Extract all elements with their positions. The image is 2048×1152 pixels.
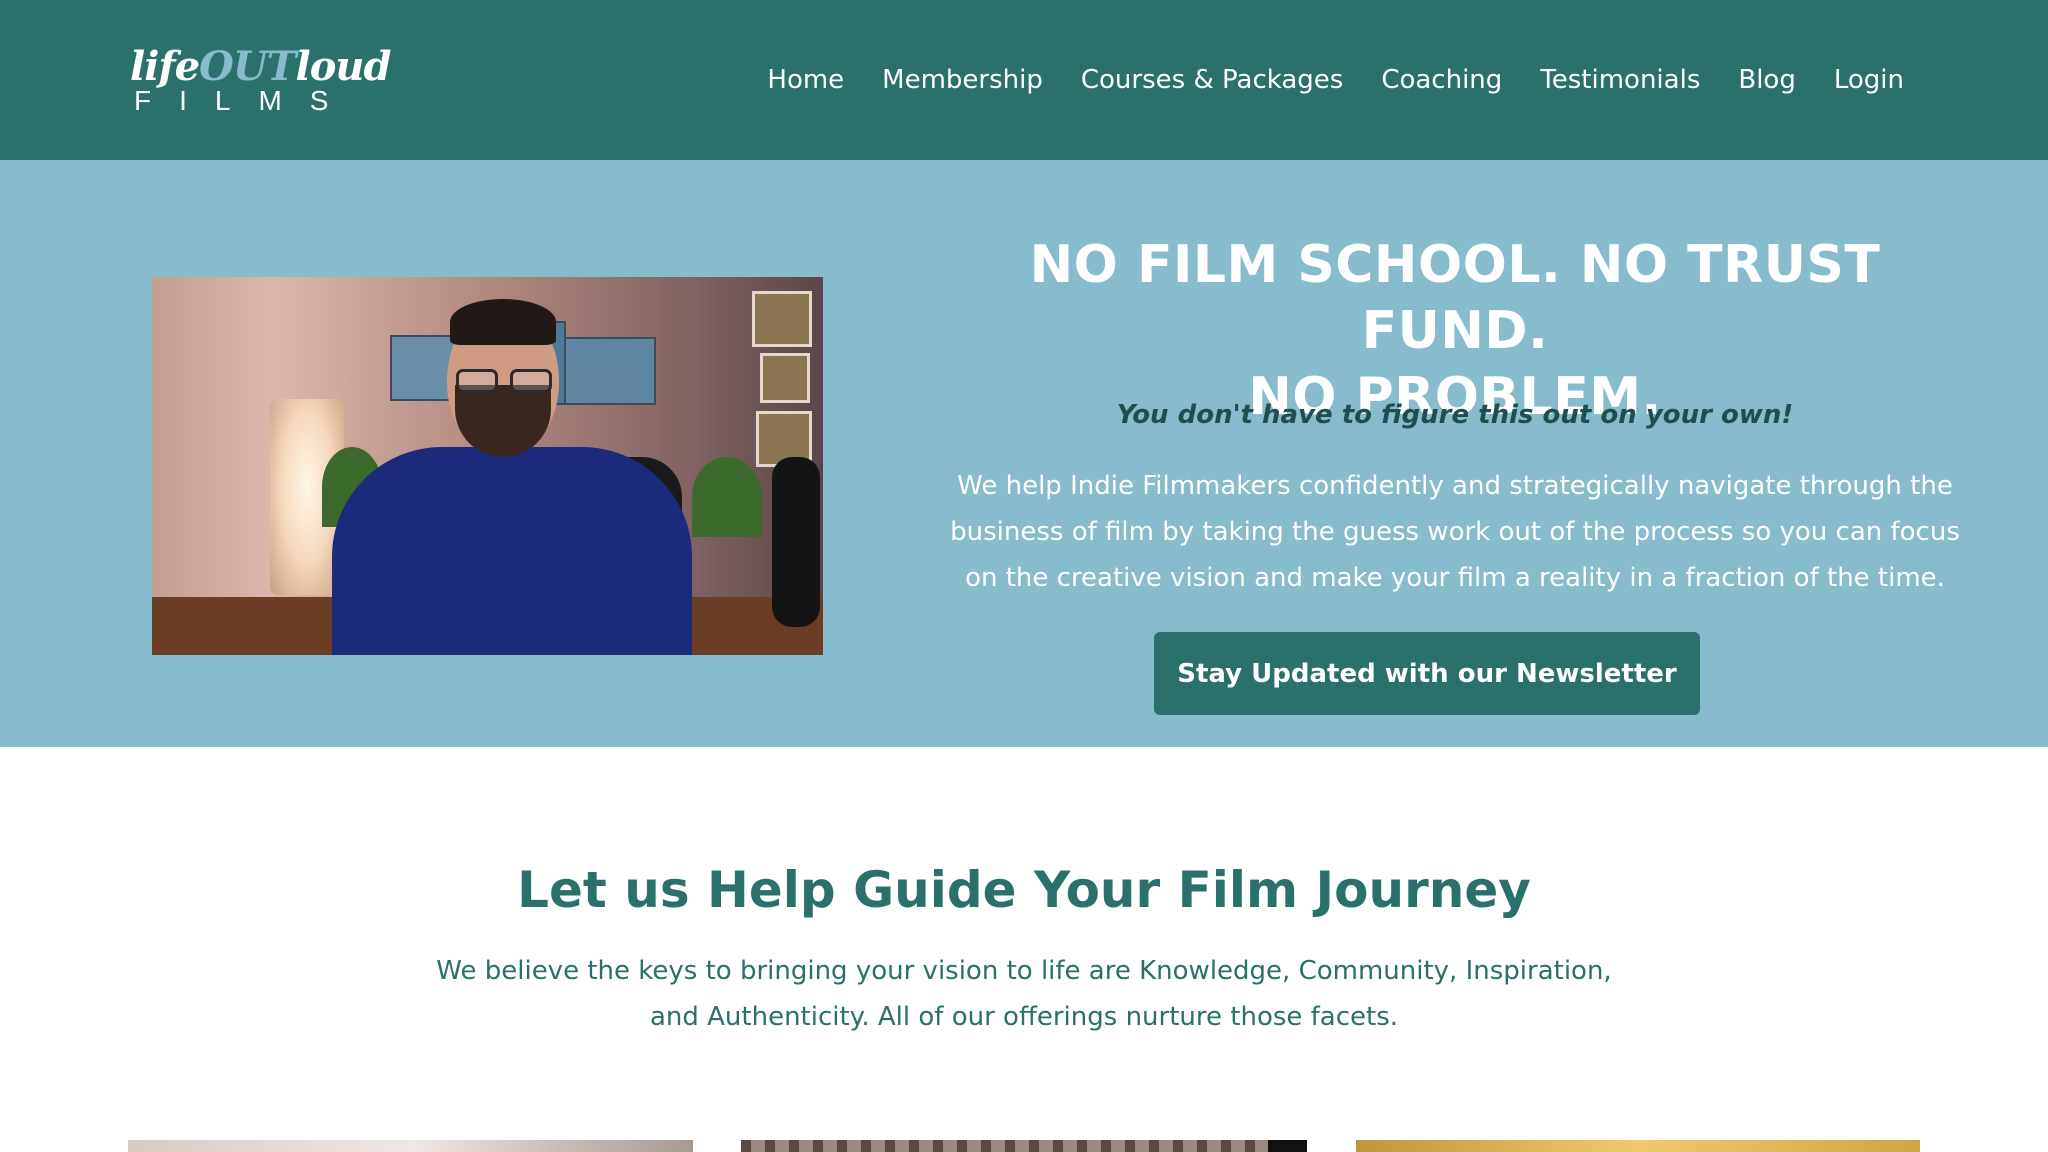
nav-courses-packages[interactable]: Courses & Packages (1081, 58, 1343, 102)
offering-card-image[interactable] (128, 1140, 693, 1152)
logo-word-life: life (130, 43, 200, 90)
hero-video[interactable] (152, 277, 823, 655)
video-plant (692, 457, 762, 537)
logo-word-loud: loud (295, 43, 392, 90)
section-title: Let us Help Guide Your Film Journey (517, 861, 1531, 919)
hero-title-line-1: NO FILM SCHOOL. NO TRUST FUND. (1029, 235, 1881, 361)
nav-coaching[interactable]: Coaching (1381, 58, 1502, 102)
video-picture-frame (752, 291, 812, 347)
nav-blog[interactable]: Blog (1738, 58, 1795, 102)
offering-card-image[interactable] (741, 1140, 1307, 1152)
nav-home[interactable]: Home (767, 58, 844, 102)
logo-word-out: OUT (199, 43, 296, 90)
logo-films: FILMS (134, 85, 357, 116)
video-guitar (772, 457, 820, 627)
site-logo[interactable]: lifeOUTloud FILMS (130, 44, 391, 120)
site-header: lifeOUTloud FILMS Home Membership Course… (0, 0, 2048, 160)
offering-card-image-edge (1268, 1140, 1307, 1152)
section-description: We believe the keys to bringing your vis… (436, 956, 1612, 1032)
offering-card-image[interactable] (1356, 1140, 1920, 1152)
video-person-shirt (332, 447, 692, 655)
hero-description: We help Indie Filmmakers confidently and… (950, 471, 1960, 593)
video-person-glasses (454, 369, 554, 395)
nav-login[interactable]: Login (1834, 58, 1904, 102)
logo-script: lifeOUTloud (130, 43, 392, 90)
hero-section: NO FILM SCHOOL. NO TRUST FUND. NO PROBLE… (0, 160, 2048, 747)
video-person-hair (450, 299, 556, 345)
hero-subtitle: You don't have to figure this out on you… (1116, 400, 1794, 430)
nav-membership[interactable]: Membership (882, 58, 1043, 102)
main-nav: Home Membership Courses & Packages Coach… (767, 58, 1904, 102)
video-wall-art (564, 337, 656, 405)
nav-testimonials[interactable]: Testimonials (1540, 58, 1700, 102)
video-picture-frame (760, 353, 810, 403)
newsletter-button[interactable]: Stay Updated with our Newsletter (1154, 632, 1700, 715)
